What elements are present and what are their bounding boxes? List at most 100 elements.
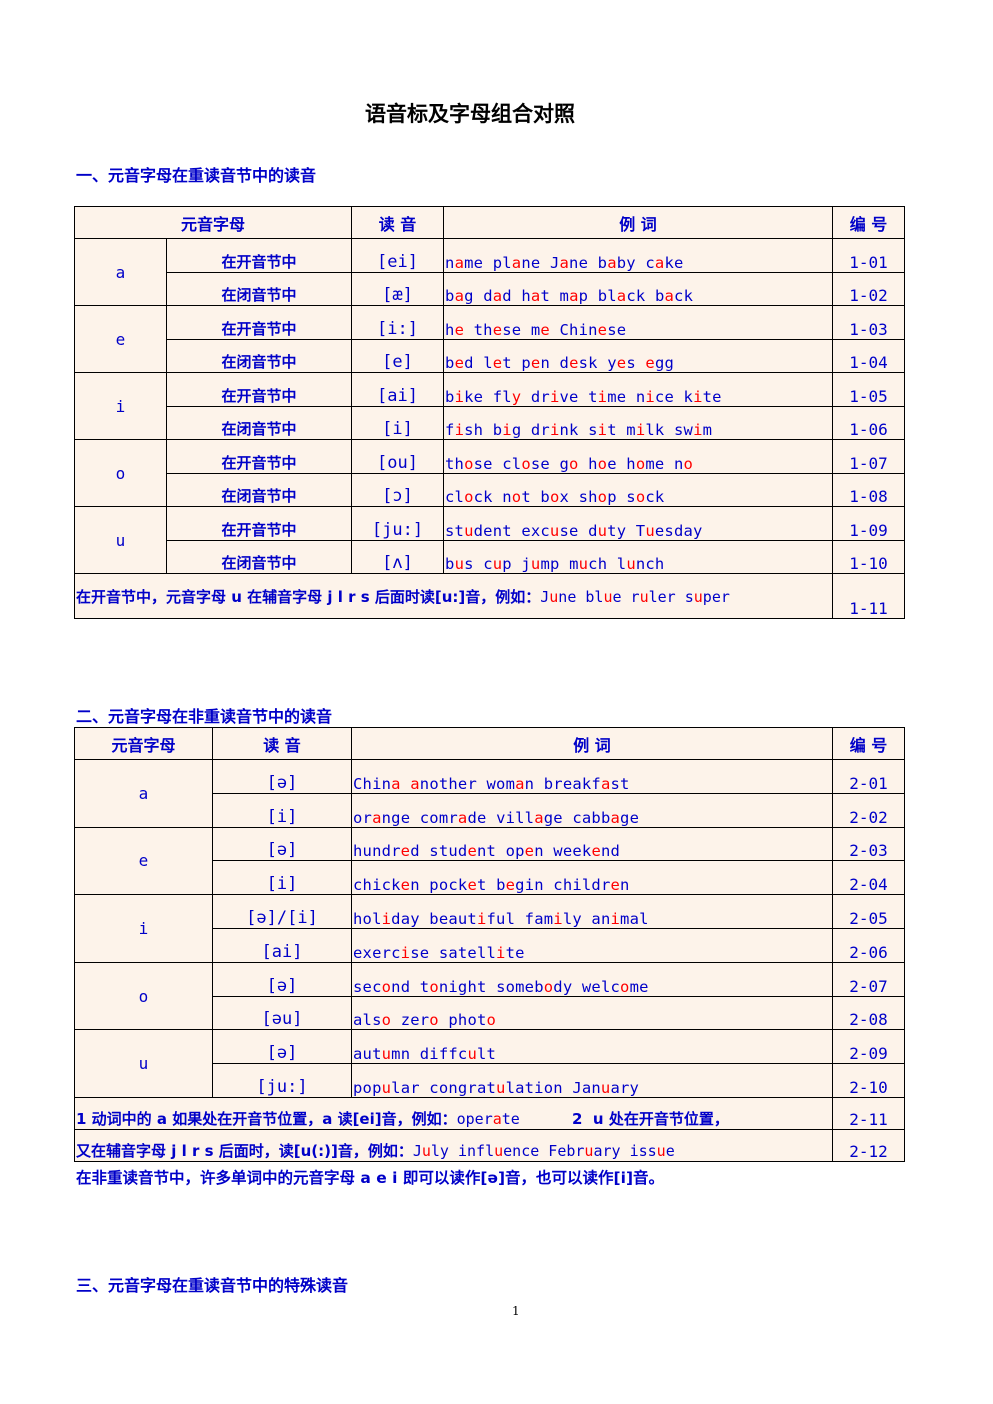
example-word: sock [616, 488, 665, 506]
examples-cell: also zero photo [351, 995, 833, 1031]
table-row: o [ə] second tonight somebody welcome 2-07 [74, 961, 905, 1031]
example-word: family [515, 909, 582, 928]
phonetic-cell: [ai] [212, 927, 352, 963]
number-cell: 2-04 [832, 860, 905, 896]
example-word: chicken [353, 876, 420, 895]
highlighted-vowel: i [610, 909, 621, 928]
number-cell: 2-03 [832, 826, 905, 862]
vowel-letter-cell: i [74, 372, 167, 440]
example-word: yes [597, 354, 636, 372]
examples-cell: bed let pen desk yes egg [443, 338, 834, 373]
highlighted-vowel: e [505, 876, 516, 895]
table-header-row: 元音字母 读 音 例 词 编 号 [74, 727, 905, 760]
example-word: name [445, 253, 484, 272]
note-cell: 在开音节中，元音字母 u 在辅音字母 j l r s 后面时读[u:]音，例如：… [73, 573, 834, 619]
number-cell: 1-11 [832, 573, 906, 619]
table-row: e [ə] hundred student open weekend 2-03 [74, 826, 905, 896]
example-word: congratulation [419, 1078, 563, 1097]
examples-cell: bus cup jump much lunch [443, 539, 834, 574]
highlighted-vowel: u [381, 1078, 392, 1097]
highlighted-vowel: e [569, 354, 579, 372]
example-word: these [464, 320, 522, 339]
example-word: he [445, 320, 465, 339]
highlighted-vowel: i [496, 943, 506, 962]
example-word: clock [445, 488, 493, 506]
note-row: 在开音节中，元音字母 u 在辅音字母 j l r s 后面时读[u:]音，例如：… [73, 573, 906, 619]
highlighted-vowel: o [464, 488, 474, 506]
note-continuation: 2 u 处在开音节位置， [519, 1109, 729, 1128]
highlighted-vowel: e [492, 354, 503, 372]
highlighted-vowel: o [521, 454, 531, 473]
example-word: hundred [353, 842, 420, 861]
highlighted-vowel: i [476, 909, 487, 928]
example-word: China [353, 774, 401, 793]
example-word: box [530, 488, 570, 506]
example-word: super [675, 587, 730, 606]
highlighted-vowel: u [381, 1045, 392, 1064]
example-word: diffcult [410, 1045, 497, 1064]
table-row: i [ə]/[i] holiday beautiful family animal 2… [74, 894, 905, 963]
examples-cell: orange comrade village cabbage [351, 792, 833, 828]
example-word: comrade [410, 808, 487, 827]
examples-cell: student excuse duty Tuesday [443, 506, 834, 541]
highlighted-vowel: a [530, 287, 541, 305]
example-word: weekend [543, 842, 621, 861]
highlighted-vowel: e [467, 842, 477, 861]
highlighted-vowel: e [400, 876, 411, 895]
example-word: big [483, 421, 522, 439]
example-word: second [353, 977, 411, 996]
syllable-type-cell: 在开音节中 [165, 439, 353, 474]
example-word: June [540, 587, 577, 606]
page-number: 1 [512, 1304, 520, 1318]
example-word: July [412, 1141, 449, 1160]
example-word: holiday [353, 909, 420, 928]
example-word: pen [511, 354, 550, 372]
example-word: hat [511, 287, 550, 305]
examples-cell: exercise satellite [351, 927, 833, 963]
number-cell: 2-09 [832, 1029, 905, 1065]
phonetic-cell: [ju:] [351, 506, 445, 541]
syllable-type-cell: 在闭音节中 [165, 271, 353, 306]
table-stressed-vowels: 元音字母 读 音 例 词 编 号 a 在开音节中 [ei] name plane Ja… [73, 206, 906, 619]
examples-cell: chicken pocket begin children [351, 860, 833, 896]
highlighted-vowel: u [626, 555, 636, 573]
example-word: influence [448, 1141, 540, 1160]
examples-cell: those close go hoe home no [443, 439, 834, 474]
example-word: cabbage [562, 808, 640, 827]
table-row: 在闭音节中 [e] bed let pen desk yes egg 1-04 [75, 338, 906, 373]
highlighted-vowel: a [607, 253, 617, 272]
header-sound: 读 音 [351, 206, 445, 239]
highlighted-vowel: o [429, 977, 439, 996]
vowel-letter-cell: a [74, 759, 213, 828]
example-word: no [664, 454, 694, 473]
table-row: a 在开音节中 [ei] name plane Jane baby cake 1-01 [74, 238, 906, 306]
highlighted-vowel: i [454, 421, 465, 439]
number-cell: 2-10 [832, 1063, 905, 1098]
highlighted-vowel: i [400, 943, 411, 962]
examples-cell: bag dad hat map black back [443, 271, 834, 306]
example-word: fish [445, 421, 484, 439]
example-word: issue [620, 1141, 675, 1160]
highlighted-vowel: i [549, 421, 560, 439]
number-cell: 2-05 [832, 894, 905, 929]
example-word: ruler [621, 587, 676, 606]
highlighted-vowel: a [492, 1109, 502, 1128]
example-word: bus [445, 555, 474, 573]
example-word: January [562, 1078, 640, 1097]
highlighted-vowel: a [454, 287, 465, 305]
section-2-heading: 二、元音字母在非重读音节中的读音 [76, 707, 333, 726]
example-word: open [496, 842, 544, 861]
table-row: 在闭音节中 [æ] bag dad hat map black back 1-02 [75, 271, 906, 306]
example-word: begin [486, 876, 544, 895]
table-header-row: 元音字母 读 音 例 词 编 号 [73, 206, 906, 239]
highlighted-vowel: a [454, 253, 465, 272]
table-row: 在闭音节中 [i] fish big drink sit milk swim 1-06 [75, 405, 906, 440]
syllable-type-cell: 在闭音节中 [165, 405, 353, 440]
highlighted-vowel: u [578, 555, 589, 573]
example-word: autumn [353, 1045, 411, 1064]
highlighted-vowel: o [381, 1011, 392, 1030]
phonetic-cell: [æ] [351, 271, 445, 306]
example-word: pocket [419, 876, 487, 895]
example-word: kite [673, 387, 722, 406]
highlighted-vowel: a [457, 808, 468, 827]
